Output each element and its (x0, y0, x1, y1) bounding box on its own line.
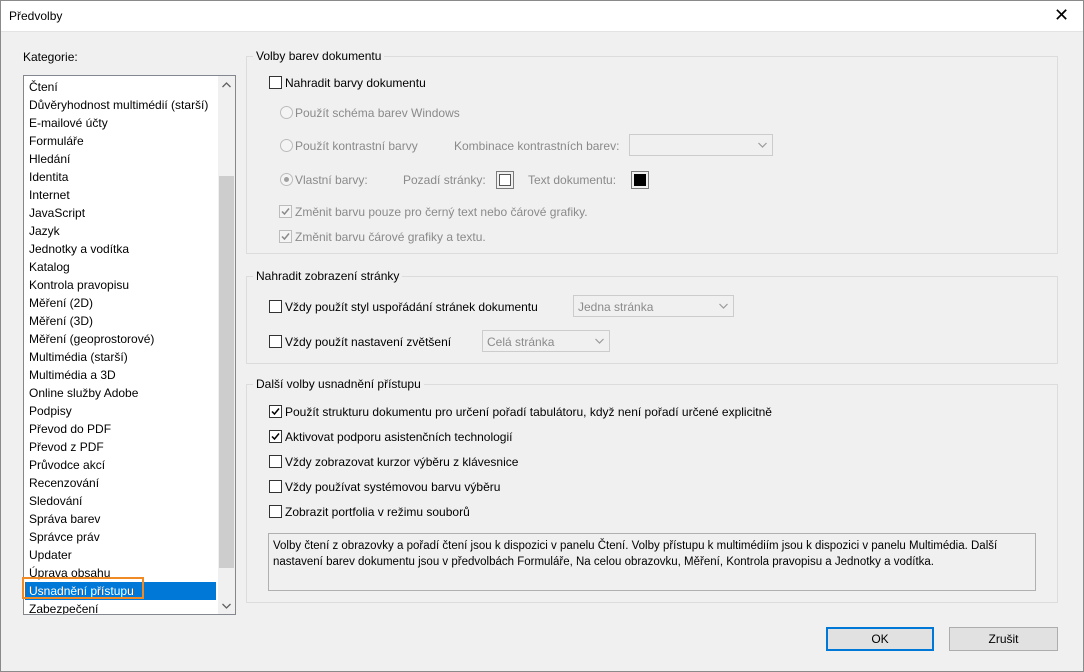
category-item[interactable]: JavaScript (25, 204, 216, 222)
only-black-text-checkbox[interactable] (279, 205, 292, 218)
chevron-down-icon (752, 135, 772, 155)
high-contrast-radio[interactable] (280, 139, 293, 152)
accessibility-option-label: Aktivovat podporu asistenčních technolog… (285, 430, 513, 444)
doc-text-label: Text dokumentu: (528, 173, 617, 187)
layout-style-combo[interactable]: Jedna stránka (573, 295, 734, 317)
accessibility-option-label: Použít strukturu dokumentu pro určení po… (285, 405, 772, 419)
category-item[interactable]: Katalog (25, 258, 216, 276)
line-art-checkbox[interactable] (279, 230, 292, 243)
zoom-combo[interactable]: Celá stránka (482, 330, 610, 352)
category-item[interactable]: E-mailové účty (25, 114, 216, 132)
category-item[interactable]: Důvěryhodnost multimédií (starší) (25, 96, 216, 114)
replace-colors-checkbox[interactable] (269, 76, 282, 89)
accessibility-description: Volby čtení z obrazovky a pořadí čtení j… (268, 533, 1036, 591)
category-item[interactable]: Převod z PDF (25, 438, 216, 456)
line-art-label: Změnit barvu čárové grafiky a textu. (295, 230, 486, 244)
ok-button[interactable]: OK (826, 627, 934, 651)
custom-colors-radio[interactable] (280, 173, 293, 186)
category-item[interactable]: Jednotky a vodítka (25, 240, 216, 258)
contrast-combo[interactable] (629, 134, 773, 156)
category-scrollbar[interactable] (218, 76, 235, 614)
contrast-combo-label: Kombinace kontrastních barev: (454, 139, 620, 153)
category-item[interactable]: Měření (3D) (25, 312, 216, 330)
category-item[interactable]: Převod do PDF (25, 420, 216, 438)
category-item[interactable]: Multimédia (starší) (25, 348, 216, 366)
windows-scheme-label: Použít schéma barev Windows (295, 106, 460, 120)
zoom-checkbox[interactable] (269, 335, 282, 348)
accessibility-option-checkbox[interactable] (269, 405, 282, 418)
accessibility-option-checkbox[interactable] (269, 480, 282, 493)
category-item[interactable]: Updater (25, 546, 216, 564)
category-item[interactable]: Identita (25, 168, 216, 186)
category-item[interactable]: Měření (geoprostorové) (25, 330, 216, 348)
window-title: Předvolby (9, 9, 63, 23)
page-bg-swatch[interactable] (496, 171, 514, 189)
title-bar: Předvolby ✕ (0, 0, 1084, 32)
category-item[interactable]: Průvodce akcí (25, 456, 216, 474)
close-icon[interactable]: ✕ (1039, 0, 1084, 31)
accessibility-option-label: Vždy používat systémovou barvu výběru (285, 480, 501, 494)
category-list[interactable]: Čtení Důvěryhodnost multimédií (starší) E-… (23, 75, 236, 615)
chevron-down-icon (713, 296, 733, 316)
category-item[interactable]: Recenzování (25, 474, 216, 492)
only-black-text-label: Změnit barvu pouze pro černý text nebo č… (295, 205, 588, 219)
categories-label: Kategorie: (23, 50, 78, 64)
high-contrast-label: Použít kontrastní barvy (295, 139, 418, 153)
custom-colors-label: Vlastní barvy: (295, 173, 368, 187)
zoom-label: Vždy použít nastavení zvětšení (285, 335, 452, 349)
doc-text-swatch[interactable] (631, 171, 649, 189)
category-item[interactable]: Čtení (25, 78, 216, 96)
category-item[interactable]: Správa barev (25, 510, 216, 528)
category-item[interactable]: Úprava obsahu (25, 564, 216, 582)
page-display-title: Nahradit zobrazení stránky (253, 269, 403, 283)
category-item[interactable]: Jazyk (25, 222, 216, 240)
category-item[interactable]: Kontrola pravopisu (25, 276, 216, 294)
category-item[interactable]: Zabezpečení (25, 600, 216, 614)
category-item[interactable]: Správce práv (25, 528, 216, 546)
replace-colors-label: Nahradit barvy dokumentu (285, 76, 426, 90)
layout-style-label: Vždy použít styl uspořádání stránek doku… (285, 300, 538, 314)
accessibility-option-checkbox[interactable] (269, 455, 282, 468)
category-item[interactable]: Měření (2D) (25, 294, 216, 312)
scroll-down-icon[interactable] (218, 597, 235, 614)
category-item[interactable]: Multimédia a 3D (25, 366, 216, 384)
category-item[interactable]: Sledování (25, 492, 216, 510)
doc-colors-title: Volby barev dokumentu (253, 49, 385, 63)
chevron-down-icon (589, 331, 609, 351)
windows-scheme-radio[interactable] (280, 106, 293, 119)
scrollbar-thumb[interactable] (219, 176, 234, 568)
category-item[interactable]: Internet (25, 186, 216, 204)
cancel-button[interactable]: Zrušit (949, 627, 1058, 651)
page-bg-label: Pozadí stránky: (403, 173, 486, 187)
category-item[interactable]: Hledání (25, 150, 216, 168)
category-item[interactable]: Online služby Adobe (25, 384, 216, 402)
accessibility-option-checkbox[interactable] (269, 505, 282, 518)
layout-style-checkbox[interactable] (269, 300, 282, 313)
accessibility-option-label: Zobrazit portfolia v režimu souborů (285, 505, 470, 519)
accessibility-option-label: Vždy zobrazovat kurzor výběru z klávesni… (285, 455, 519, 469)
accessibility-option-checkbox[interactable] (269, 430, 282, 443)
page-display-group (246, 276, 1058, 364)
category-item[interactable]: Podpisy (25, 402, 216, 420)
accessibility-title: Další volby usnadnění přístupu (253, 377, 424, 391)
scroll-up-icon[interactable] (218, 76, 235, 93)
category-item[interactable]: Usnadnění přístupu (25, 582, 216, 600)
category-item[interactable]: Formuláře (25, 132, 216, 150)
